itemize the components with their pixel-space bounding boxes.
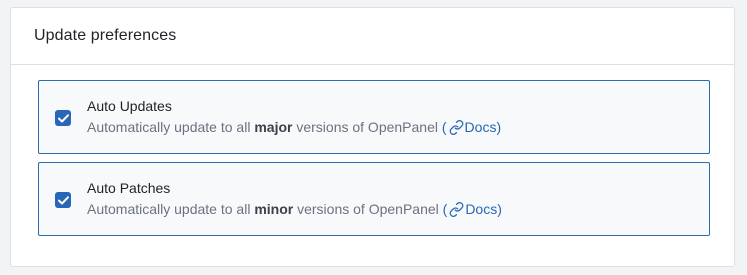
desc-suffix: versions of OpenPanel [293, 201, 443, 217]
desc-prefix: Automatically update to all [87, 119, 255, 135]
link-icon [449, 201, 464, 217]
card-header: Update preferences [11, 8, 734, 65]
auto-patches-description: Automatically update to all minor versio… [87, 201, 502, 217]
auto-patches-docs-link[interactable]: ( Docs) [443, 201, 502, 217]
auto-patches-label: Auto Patches [87, 180, 171, 196]
option-auto-patches[interactable]: Auto Patches Automatically update to all… [38, 162, 710, 236]
check-icon [57, 195, 69, 204]
desc-prefix: Automatically update to all [87, 201, 255, 217]
card-title: Update preferences [34, 27, 177, 44]
check-icon [57, 113, 69, 122]
auto-updates-description: Automatically update to all major versio… [87, 119, 501, 135]
docs-link-label: Docs) [465, 201, 502, 217]
link-open-paren: ( [441, 119, 447, 135]
link-icon [449, 119, 463, 135]
auto-patches-checkbox[interactable] [55, 192, 71, 208]
option-auto-updates[interactable]: Auto Updates Automatically update to all… [38, 80, 710, 154]
docs-link-label: Docs) [464, 119, 502, 135]
link-open-paren: ( [442, 201, 448, 217]
desc-strong: major [254, 119, 293, 135]
desc-suffix: versions of OpenPanel [292, 119, 442, 135]
auto-updates-docs-link[interactable]: ( Docs) [442, 119, 501, 135]
update-preferences-card: Update preferences Auto Updates Automati… [10, 7, 735, 267]
desc-strong: minor [254, 201, 294, 217]
auto-updates-checkbox[interactable] [55, 110, 71, 126]
auto-updates-label: Auto Updates [87, 98, 172, 114]
